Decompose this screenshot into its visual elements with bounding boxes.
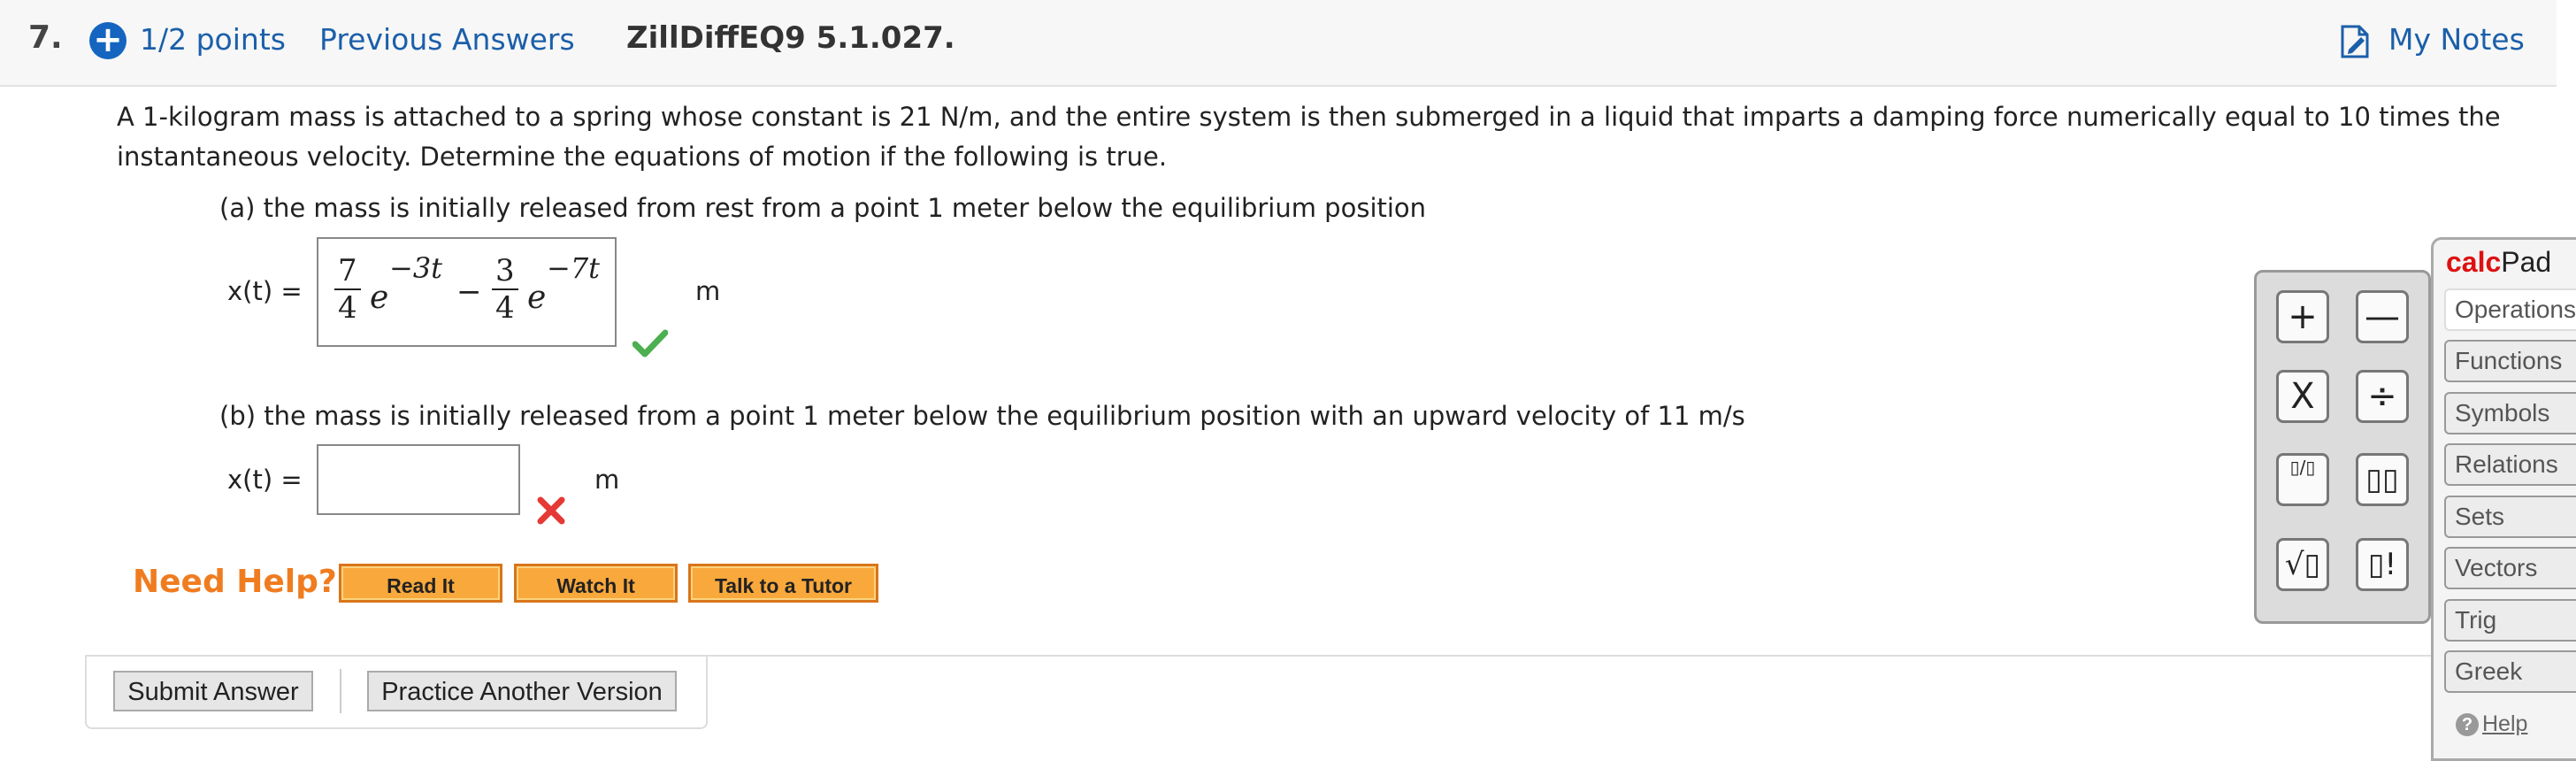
term1-fraction: 7 4 (334, 253, 361, 326)
menu-operations[interactable]: Operations (2444, 288, 2576, 331)
term2-exponent: −7t (547, 251, 601, 285)
term2-fraction: 3 4 (492, 253, 518, 326)
term1-numerator: 7 (334, 253, 361, 290)
part-a-answer-field[interactable]: 7 4 e −3t − 3 4 e −7t (317, 237, 617, 347)
submit-answer-button[interactable]: Submit Answer (113, 671, 313, 711)
power-key[interactable]: ▯▯ (2356, 453, 2409, 506)
read-it-button[interactable]: Read It (339, 564, 502, 603)
points-link[interactable]: 1/2 points (140, 22, 286, 57)
calcpad-title-calc: calc (2446, 246, 2502, 278)
divide-key[interactable]: ÷ (2356, 370, 2409, 423)
menu-trig[interactable]: Trig (2444, 599, 2576, 642)
watch-it-button[interactable]: Watch It (514, 564, 678, 603)
part-b-prompt: (b) the mass is initially released from … (219, 401, 1745, 431)
minus-key[interactable]: — (2356, 290, 2409, 343)
sqrt-key[interactable]: √▯ (2276, 538, 2329, 591)
question-number: 7. (28, 19, 63, 56)
calcpad-title: calcPad (2446, 246, 2551, 279)
question-id: ZillDiffEQ9 5.1.027. (626, 20, 955, 56)
help-icon: ? (2456, 713, 2479, 737)
term1-denominator: 4 (338, 290, 357, 326)
previous-answers-link[interactable]: Previous Answers (319, 22, 575, 57)
calc-keypad: + — X ÷ ▯/▯ ▯▯ √▯ ▯! (2254, 270, 2431, 624)
problem-statement: A 1-kilogram mass is attached to a sprin… (117, 102, 2501, 172)
calcpad-title-pad: Pad (2501, 246, 2552, 278)
plus-key[interactable]: + (2276, 290, 2329, 343)
part-a-unit: m (695, 276, 721, 306)
term2-numerator: 3 (492, 253, 518, 290)
part-a-prompt: (a) the mass is initially released from … (219, 193, 1427, 223)
term2-base: e (527, 280, 547, 316)
menu-symbols[interactable]: Symbols (2444, 392, 2576, 434)
factorial-key[interactable]: ▯! (2356, 538, 2409, 591)
fraction-key[interactable]: ▯/▯ (2276, 453, 2329, 506)
talk-to-tutor-button[interactable]: Talk to a Tutor (688, 564, 878, 603)
help-text: Help (2482, 711, 2528, 736)
need-help-label: Need Help? (133, 564, 337, 600)
menu-greek[interactable]: Greek (2444, 650, 2576, 693)
menu-sets[interactable]: Sets (2444, 496, 2576, 538)
part-b-unit: m (594, 465, 620, 495)
operator: − (456, 274, 482, 310)
cross-icon (537, 496, 565, 525)
my-notes-link[interactable]: My Notes (2388, 22, 2525, 57)
part-a-label: x(t) = (227, 276, 303, 306)
notes-icon[interactable] (2340, 25, 2370, 58)
term1-base: e (370, 280, 389, 316)
part-b-label: x(t) = (227, 465, 303, 495)
term2-denominator: 4 (495, 290, 515, 326)
multiply-key[interactable]: X (2276, 370, 2329, 423)
check-icon (632, 329, 668, 357)
menu-functions[interactable]: Functions (2444, 340, 2576, 382)
menu-vectors[interactable]: Vectors (2444, 547, 2576, 589)
separator (340, 669, 341, 713)
part-b-answer-field[interactable] (317, 444, 520, 515)
calcpad-help-link[interactable]: ? Help (2456, 711, 2527, 737)
menu-relations[interactable]: Relations (2444, 443, 2576, 486)
expand-plus-icon[interactable]: + (89, 22, 126, 59)
term1-exponent: −3t (389, 251, 443, 285)
practice-another-version-button[interactable]: Practice Another Version (367, 671, 677, 711)
